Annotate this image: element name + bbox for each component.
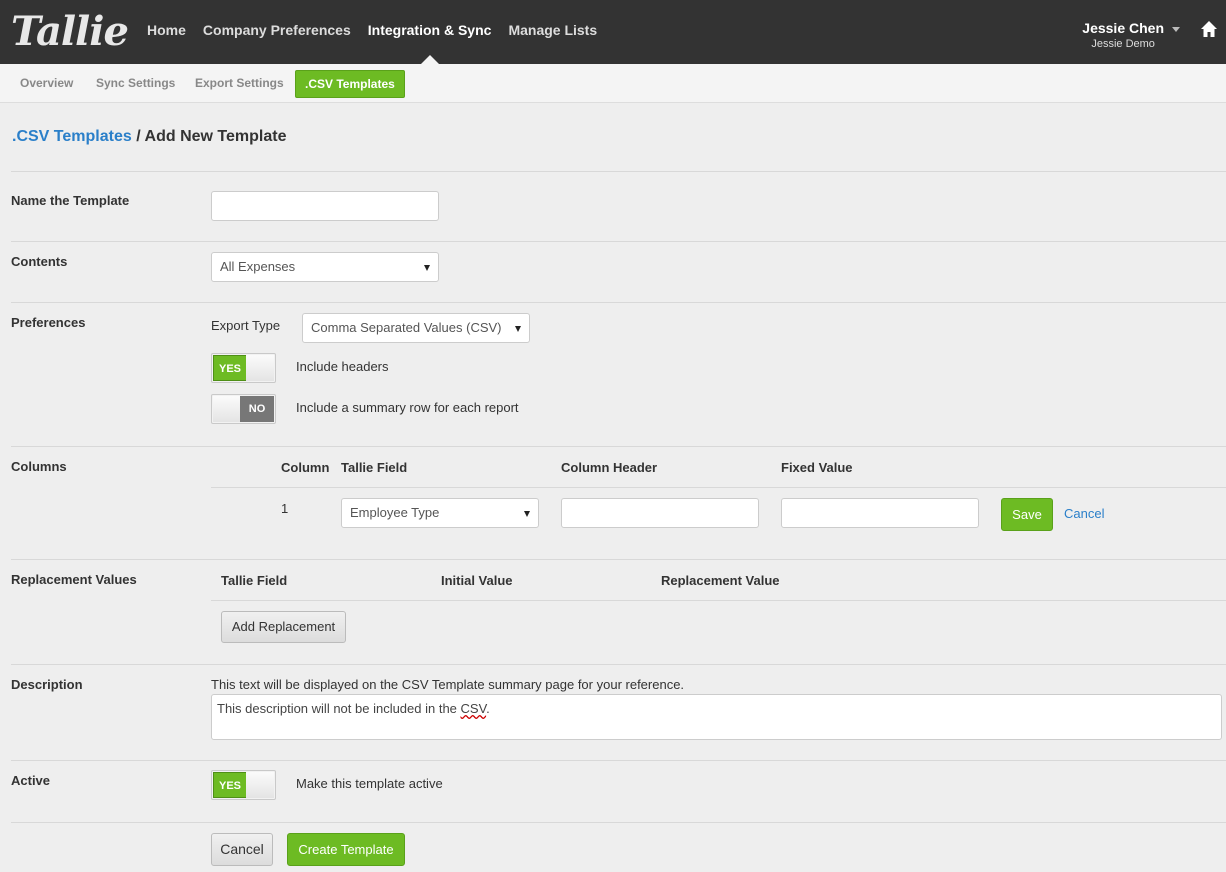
fixed-value-input[interactable] [781,498,979,528]
dropdown-arrow-icon [524,511,530,517]
description-help-text: This text will be displayed on the CSV T… [211,677,685,692]
fixed-value-header: Fixed Value [781,460,853,475]
user-menu-caret-icon[interactable] [1172,27,1180,32]
active-nav-indicator [420,55,439,64]
nav-item-integration-sync[interactable]: Integration & Sync [367,0,492,64]
replacement-value-header: Replacement Value [661,573,780,588]
export-type-value: Comma Separated Values (CSV) [311,320,502,335]
export-type-select[interactable]: Comma Separated Values (CSV) [302,313,530,343]
divider [211,487,1226,488]
top-navigation-bar: Tallie Home Company Preferences Integrat… [0,0,1226,64]
include-headers-toggle[interactable]: YES [211,353,276,383]
column-header-header: Column Header [561,460,658,475]
breadcrumb-csv-templates-link[interactable]: .CSV Templates [12,128,132,145]
subnav-csv-templates[interactable]: .CSV Templates [295,70,405,98]
initial-value-header: Initial Value [441,573,513,588]
divider [11,760,1226,761]
breadcrumb: .CSV Templates / Add New Template [12,128,286,146]
subnav-overview[interactable]: Overview [20,76,73,90]
columns-label: Columns [11,459,67,474]
subnav-export-settings[interactable]: Export Settings [195,76,284,90]
breadcrumb-separator: / [136,128,141,145]
include-headers-label: Include headers [296,359,389,374]
main-nav: Home Company Preferences Integration & S… [147,0,614,64]
preferences-label: Preferences [11,315,86,330]
tallie-field-header: Tallie Field [341,460,408,475]
contents-label: Contents [11,254,68,269]
divider [11,241,1226,242]
export-type-label: Export Type [211,318,281,333]
divider [11,822,1226,823]
tallie-field-value: Employee Type [350,505,440,520]
sub-navigation: Overview Sync Settings Export Settings .… [0,64,1226,103]
divider [11,664,1226,665]
divider [11,446,1226,447]
dropdown-arrow-icon [424,265,430,271]
cancel-button[interactable]: Cancel [211,833,273,866]
contents-select-value: All Expenses [220,259,296,274]
summary-row-label: Include a summary row for each report [296,400,519,415]
save-column-button[interactable]: Save [1001,498,1053,531]
divider [11,171,1226,172]
contents-select[interactable]: All Expenses [211,252,439,282]
column-header-input[interactable] [561,498,759,528]
name-label: Name the Template [11,193,130,208]
description-textarea[interactable]: This description will not be included in… [211,694,1222,740]
nav-item-company-preferences[interactable]: Company Preferences [203,0,351,64]
active-label: Active [11,773,51,788]
summary-row-toggle[interactable]: NO [211,394,276,424]
active-toggle[interactable]: YES [211,770,276,800]
nav-item-label: Integration & Sync [367,22,492,38]
add-replacement-button[interactable]: Add Replacement [221,611,346,643]
toggle-knob [246,355,274,381]
cancel-column-link[interactable]: Cancel [1064,506,1104,521]
replacement-tallie-field-header: Tallie Field [221,573,288,588]
toggle-state: YES [213,772,247,798]
template-name-input[interactable] [211,191,439,221]
subnav-sync-settings[interactable]: Sync Settings [96,76,175,90]
tallie-field-select[interactable]: Employee Type [341,498,539,528]
user-name: Jessie Chen [1082,20,1164,36]
toggle-state: YES [213,355,247,381]
active-toggle-label: Make this template active [296,776,443,791]
user-menu[interactable]: Jessie Chen Jessie Demo [1082,20,1164,50]
divider [11,302,1226,303]
description-label: Description [11,677,83,692]
toggle-state: NO [240,396,274,422]
nav-item-home[interactable]: Home [147,0,186,64]
nav-item-manage-lists[interactable]: Manage Lists [508,0,597,64]
divider [11,559,1226,560]
description-text-end: . [486,701,490,716]
dropdown-arrow-icon [515,326,521,332]
replacement-values-label: Replacement Values [11,572,137,587]
home-icon[interactable] [1200,20,1218,38]
page-title: Add New Template [144,128,287,145]
spellcheck-word: CSV [460,701,487,716]
create-template-button[interactable]: Create Template [287,833,405,866]
divider [211,600,1226,601]
tallie-logo[interactable]: Tallie [11,8,129,55]
column-row-number: 1 [281,501,289,516]
column-number-header: Column [281,460,330,475]
user-company: Jessie Demo [1091,38,1155,50]
toggle-knob [213,396,241,422]
description-text: This description will not be included in… [217,701,461,716]
toggle-knob [246,772,274,798]
